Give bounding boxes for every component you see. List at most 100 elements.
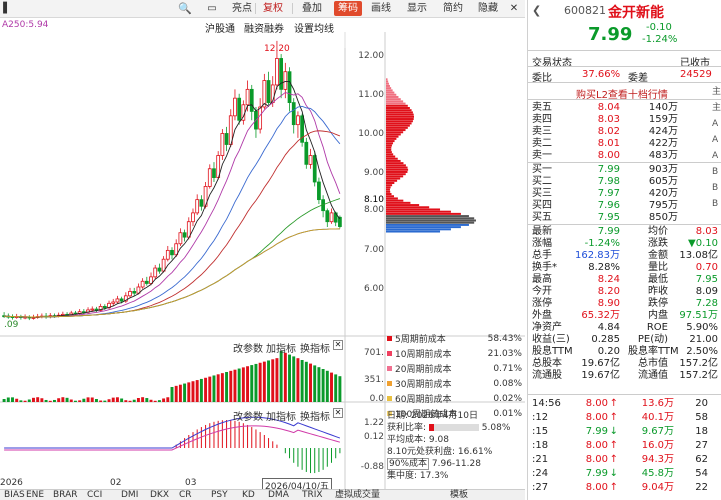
volume-bar: [225, 372, 229, 402]
volume-bar: [220, 373, 224, 402]
tab-dma[interactable]: DMA: [268, 490, 289, 500]
windows-icon[interactable]: ▭: [205, 1, 219, 16]
candle-body: [186, 221, 191, 238]
toolbar-item-simple[interactable]: 简约: [440, 1, 466, 16]
chip-bar: [386, 208, 441, 211]
price-label: 9.00: [363, 168, 384, 178]
candle-body: [199, 199, 204, 207]
candle-body: [132, 291, 137, 294]
candle-body: [157, 267, 162, 272]
chip-bar: [386, 107, 410, 109]
tab-trix[interactable]: TRIX: [302, 490, 323, 500]
chart-toolbar: ▌ 🔍 ▭ 亮点 复权 叠加 筹码 画线 显示 简约 隐藏 ✕: [0, 0, 525, 18]
vol-close-icon[interactable]: ✕: [333, 340, 343, 350]
ask-row: 卖一 8.00 483万: [532, 150, 678, 161]
volume-bar: [99, 400, 103, 402]
volume-bar: [212, 375, 216, 402]
tab-ene[interactable]: ENE: [26, 490, 44, 500]
tab-dmi[interactable]: DMI: [121, 490, 138, 500]
tab-cci[interactable]: CCI: [87, 490, 102, 500]
tab-dkx[interactable]: DKX: [150, 490, 169, 500]
toolbar-item-chips[interactable]: 筹码: [334, 1, 362, 16]
chip-bar: [386, 223, 469, 226]
toolbar-item-hide[interactable]: 隐藏: [472, 1, 504, 16]
toolbar-item-overlay[interactable]: 叠加: [298, 1, 326, 16]
chip-bar: [386, 186, 391, 189]
volume-bar: [271, 359, 275, 402]
volume-bars: [2, 351, 342, 402]
volume-bar: [107, 399, 111, 402]
price-label: 11.00: [358, 90, 384, 100]
candle-body: [312, 155, 317, 183]
candle-body: [140, 280, 145, 288]
chip-bar: [386, 111, 413, 114]
toolbar-menu-icon[interactable]: ▌: [0, 1, 14, 16]
chip-bar: [386, 153, 394, 156]
volume-bar: [153, 400, 157, 402]
search-icon[interactable]: 🔍: [178, 1, 192, 16]
chip-profit-at: 8.10元处获利盘: 16.61%: [387, 447, 493, 457]
tab-cr[interactable]: CR: [179, 490, 192, 500]
date-label: 2026: [0, 478, 23, 488]
toolbar-item-draw[interactable]: 画线: [368, 1, 394, 16]
chip-bar: [386, 140, 395, 143]
chip-bar: [386, 144, 392, 147]
chip-bar: [386, 148, 392, 151]
chip-cost-row: 30周期前成本 0.08%: [387, 376, 522, 391]
chip-bar: [386, 113, 414, 116]
volume-bar: [288, 354, 291, 402]
vol-add-indicator[interactable]: 加指标: [266, 340, 296, 355]
volume-bar: [90, 397, 94, 402]
volume-bar: [334, 374, 338, 402]
toolbar-item-adjust[interactable]: 复权: [258, 1, 288, 16]
candle-body: [220, 133, 225, 156]
chip-bar: [386, 135, 399, 138]
candle-body: [245, 88, 250, 106]
candle-body: [128, 291, 132, 297]
chip-bar: [386, 82, 389, 85]
volume-bar: [233, 369, 237, 402]
tick-row: :18 8.00 ↑ 16.0万 27: [532, 440, 708, 451]
volume-bar: [141, 397, 145, 402]
volume-bar: [178, 384, 182, 402]
bid-row: 买四 7.96 795万: [532, 200, 678, 211]
tab-psy[interactable]: PSY: [211, 490, 228, 500]
chip-bar: [386, 157, 398, 160]
tab-kd[interactable]: KD: [242, 490, 255, 500]
volume-bar: [124, 400, 128, 402]
macd-change-params[interactable]: 改参数: [233, 408, 263, 423]
volume-bar: [36, 397, 40, 402]
tab-virtual-volume[interactable]: 虚拟成交量: [335, 490, 380, 500]
candle-body: [224, 133, 229, 145]
candle-body: [102, 306, 107, 309]
macd-switch-indicator[interactable]: 换指标: [300, 408, 330, 423]
chip-cost-legend: 5周期前成本 58.43% 10周期前成本 21.03% 20周期前成本 0.71% …: [387, 331, 522, 421]
vol-change-params[interactable]: 改参数: [233, 340, 263, 355]
chip-bar: [386, 195, 395, 198]
date-axis: 2026 02 03 2026/04/10/五: [0, 478, 345, 493]
tick-row: :21 8.00 ↑ 94.3万 62: [532, 454, 708, 465]
candle-body: [170, 249, 174, 256]
volume-bar: [191, 381, 195, 402]
volume-bar: [6, 397, 10, 402]
stat-row: 收益(三) 0.285 PE(动) 21.00: [532, 334, 718, 345]
tab-bias[interactable]: BIAS: [4, 490, 25, 500]
macd-add-indicator[interactable]: 加指标: [266, 408, 296, 423]
candle-body: [266, 80, 271, 103]
vol-switch-indicator[interactable]: 换指标: [300, 340, 330, 355]
toolbar-item-highlight[interactable]: 亮点: [232, 1, 252, 16]
stat-row: 股息TTM 0.20 股息率TTM 2.50%: [532, 346, 718, 357]
close-icon[interactable]: ✕: [507, 1, 521, 16]
candle-body: [144, 280, 149, 284]
prev-arrow-icon[interactable]: ❮: [532, 4, 541, 17]
chip-bar: [386, 212, 461, 215]
chip-avg-cost: 平均成本: 9.08: [387, 435, 449, 445]
chip-bar: [386, 162, 404, 165]
tab-brar[interactable]: BRAR: [53, 490, 77, 500]
volume-bar: [48, 400, 52, 402]
ma-line: [4, 91, 341, 318]
price-label: 6.00: [363, 284, 384, 294]
tab-template[interactable]: 模板: [450, 490, 468, 500]
macd-close-icon[interactable]: ✕: [333, 408, 343, 418]
toolbar-item-display[interactable]: 显示: [402, 1, 432, 16]
